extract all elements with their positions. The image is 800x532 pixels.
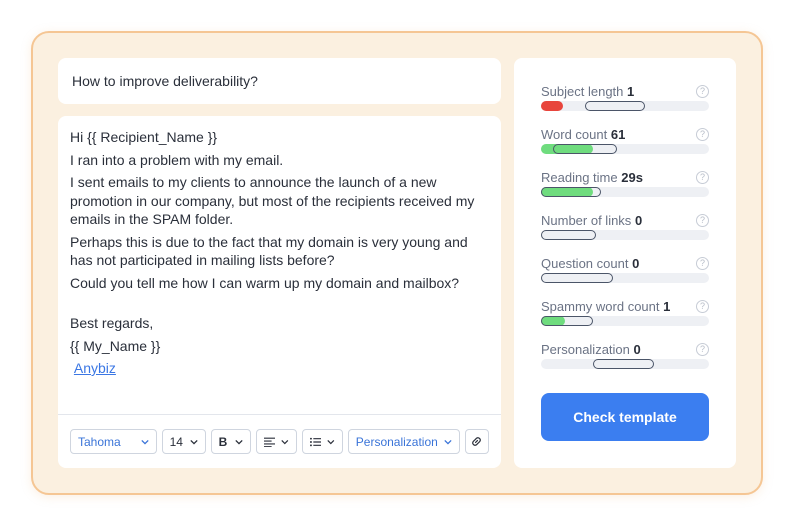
editor-body[interactable]: Hi {{ Recipient_Name }} I ran into a pro… bbox=[70, 128, 489, 382]
metric-value: 29s bbox=[621, 170, 643, 185]
bullet-list-icon bbox=[309, 437, 322, 446]
metric-track bbox=[541, 230, 709, 240]
font-value: Tahoma bbox=[78, 434, 121, 449]
body-line: I ran into a problem with my email. bbox=[70, 151, 284, 168]
metric-range bbox=[593, 359, 654, 369]
metric-track bbox=[541, 359, 709, 369]
help-icon[interactable]: ? bbox=[696, 300, 709, 313]
metric-label: Personalization bbox=[541, 342, 630, 357]
metric-label: Reading time bbox=[541, 170, 618, 185]
link-icon bbox=[472, 437, 482, 446]
metric-track bbox=[541, 273, 709, 283]
company-link[interactable]: Anybiz bbox=[74, 360, 116, 376]
metric-range bbox=[541, 187, 602, 197]
metric-track bbox=[541, 144, 709, 154]
metric-label: Question count bbox=[541, 256, 629, 271]
bold-icon: B bbox=[218, 434, 228, 449]
insert-link-button[interactable] bbox=[464, 429, 489, 454]
link-line: Anybiz bbox=[70, 359, 489, 378]
chevron-down-icon bbox=[140, 439, 149, 445]
chevron-down-icon bbox=[189, 439, 198, 445]
email-editor[interactable]: Hi {{ Recipient_Name }} I ran into a pro… bbox=[58, 116, 501, 468]
align-left-icon bbox=[263, 437, 276, 447]
metric-label: Number of links bbox=[541, 213, 632, 228]
metric-word-count: Word count 61 ? bbox=[541, 127, 709, 157]
metric-spammy-word-count: Spammy word count 1 ? bbox=[541, 299, 709, 329]
subject-field[interactable]: How to improve deliverability? bbox=[58, 58, 501, 104]
chevron-down-icon bbox=[281, 439, 289, 444]
metric-track bbox=[541, 316, 709, 326]
metric-track bbox=[541, 101, 709, 111]
help-icon[interactable]: ? bbox=[696, 214, 709, 227]
help-icon[interactable]: ? bbox=[696, 257, 709, 270]
body-line: Perhaps this is due to the fact that my … bbox=[70, 233, 468, 269]
metric-reading-time: Reading time 29s ? bbox=[541, 170, 709, 200]
font-select[interactable]: Tahoma bbox=[70, 429, 157, 454]
metric-question-count: Question count 0 ? bbox=[541, 256, 709, 286]
metric-value: 0 bbox=[633, 342, 641, 357]
align-select[interactable] bbox=[255, 429, 297, 454]
metric-value: 1 bbox=[663, 299, 671, 314]
body-line: I sent emails to my clients to announce … bbox=[70, 174, 475, 227]
bold-button[interactable]: B bbox=[210, 429, 251, 454]
metric-range bbox=[541, 273, 614, 283]
list-select[interactable] bbox=[301, 429, 343, 454]
name-variable: {{ My_Name }} bbox=[70, 337, 161, 354]
greeting-line: Hi {{ Recipient_Name }} bbox=[70, 129, 218, 145]
metric-range bbox=[552, 144, 617, 154]
signoff-line: Best regards, bbox=[70, 315, 154, 331]
chevron-down-icon bbox=[327, 439, 335, 444]
check-template-button[interactable]: Check template bbox=[541, 393, 709, 441]
metric-label: Word count bbox=[541, 127, 608, 142]
font-size-value: 14 bbox=[169, 434, 183, 449]
metric-value: 1 bbox=[627, 84, 635, 99]
help-icon[interactable]: ? bbox=[696, 343, 709, 356]
help-icon[interactable]: ? bbox=[696, 128, 709, 141]
metric-range bbox=[584, 101, 646, 111]
help-icon[interactable]: ? bbox=[696, 171, 709, 184]
metric-label: Spammy word count bbox=[541, 299, 660, 314]
chevron-down-icon bbox=[444, 439, 452, 444]
metric-personalization: Personalization 0 ? bbox=[541, 342, 709, 372]
personalization-label: Personalization bbox=[355, 434, 438, 449]
metric-value: 0 bbox=[632, 256, 640, 271]
metric-range bbox=[541, 316, 594, 326]
help-icon[interactable]: ? bbox=[696, 85, 709, 98]
font-size-select[interactable]: 14 bbox=[161, 429, 206, 454]
chevron-down-icon bbox=[235, 439, 243, 445]
metric-subject-length: Subject length 1 ? bbox=[541, 84, 709, 114]
metric-range bbox=[541, 230, 597, 240]
metric-track bbox=[541, 187, 709, 197]
personalization-select[interactable]: Personalization bbox=[347, 429, 460, 454]
metric-value: 61 bbox=[610, 127, 626, 142]
metric-value: 0 bbox=[634, 213, 643, 228]
subject-text[interactable]: How to improve deliverability? bbox=[72, 73, 258, 89]
metric-fill bbox=[541, 101, 563, 111]
editor-toolbar: Tahoma 14 B Personalization bbox=[58, 414, 501, 468]
body-line: Could you tell me how I can warm up my d… bbox=[70, 274, 460, 291]
metric-number-of-links: Number of links 0 ? bbox=[541, 213, 709, 243]
metric-label: Subject length bbox=[541, 84, 624, 99]
